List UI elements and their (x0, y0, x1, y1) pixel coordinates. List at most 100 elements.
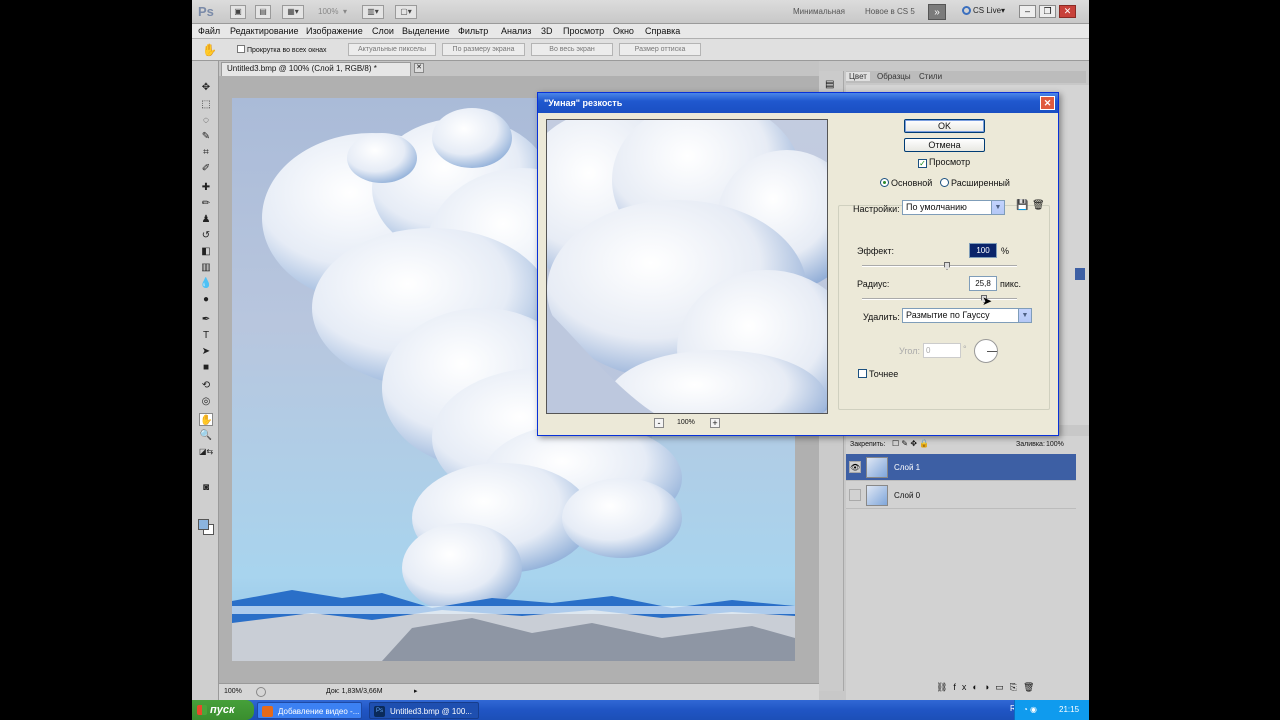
radius-input[interactable]: 25,8 (969, 276, 997, 291)
remove-select[interactable]: Размытие по Гауссу ▼ (902, 308, 1032, 323)
zoom-dropdown-icon[interactable]: ▾ (343, 7, 347, 16)
crop-tool-icon[interactable]: ⌗ (199, 146, 213, 159)
type-tool-icon[interactable]: T (199, 329, 213, 342)
taskbar-item-firefox[interactable]: Добавление видео -... (257, 702, 362, 719)
marquee-tool-icon[interactable]: ⬚ (199, 98, 213, 111)
print-size-button[interactable]: Размер оттиска (619, 43, 701, 56)
menu-select[interactable]: Выделение (402, 26, 450, 36)
scroll-all-checkbox-box[interactable] (237, 45, 245, 53)
visibility-eye-icon[interactable]: 👁 (849, 461, 861, 473)
menu-help[interactable]: Справка (645, 26, 680, 36)
lasso-tool-icon[interactable]: ◌ (199, 114, 213, 127)
more-workspaces-button[interactable]: » (928, 4, 946, 20)
ok-button[interactable]: OK (904, 119, 985, 133)
menu-view[interactable]: Просмотр (563, 26, 604, 36)
amount-slider[interactable] (862, 265, 1017, 267)
eraser-tool-icon[interactable]: ◧ (199, 245, 213, 258)
pen-tool-icon[interactable]: ✒ (199, 313, 213, 326)
radius-slider[interactable] (862, 298, 1017, 300)
radio-off-icon[interactable] (940, 178, 949, 187)
preview-checkbox[interactable]: ✓ Просмотр (918, 157, 970, 168)
close-button[interactable]: ✕ (1059, 5, 1076, 18)
gradient-tool-icon[interactable]: ▥ (199, 261, 213, 274)
quick-select-tool-icon[interactable]: ✎ (199, 130, 213, 143)
tray-icons[interactable]: ◔ ◉ (1023, 700, 1037, 720)
brush-tool-icon[interactable]: ✏ (199, 197, 213, 210)
visibility-eye-icon[interactable] (849, 489, 861, 501)
history-panel-icon[interactable]: ▤ (825, 79, 834, 90)
3d-rotate-tool-icon[interactable]: ⟲ (199, 379, 213, 392)
zoom-tool-icon[interactable]: 🔍 (199, 429, 213, 442)
angle-input[interactable]: 0 (923, 343, 961, 358)
mode-advanced-radio[interactable]: Расширенный (940, 178, 1010, 188)
hand-tool-preset-icon[interactable]: ✋▾ (202, 42, 218, 73)
quick-mask-icon[interactable]: ◙ (199, 481, 213, 494)
start-button[interactable]: пуск (192, 700, 254, 720)
fit-screen-button[interactable]: По размеру экрана (442, 43, 525, 56)
move-tool-icon[interactable]: ✥ (199, 81, 213, 94)
history-brush-tool-icon[interactable]: ↺ (199, 229, 213, 242)
dodge-tool-icon[interactable]: ● (199, 293, 213, 306)
document-tab[interactable]: Untitled3.bmp @ 100% (Слой 1, RGB/8) * ✕ (221, 62, 424, 76)
menu-3d[interactable]: 3D (541, 26, 553, 36)
more-accurate-check-icon[interactable] (858, 369, 867, 378)
zoom-level[interactable]: 100% (318, 7, 338, 16)
actual-pixels-button[interactable]: Актуальные пикселы (348, 43, 436, 56)
radio-on-icon[interactable] (880, 178, 889, 187)
angle-dial-icon[interactable] (974, 339, 998, 363)
amount-input[interactable]: 100 (969, 243, 997, 258)
close-document-icon[interactable]: ✕ (414, 63, 424, 73)
tab-styles[interactable]: Стили (916, 72, 945, 81)
menu-image[interactable]: Изображение (306, 26, 363, 36)
default-colors-icon[interactable]: ◪⇆ (199, 445, 213, 458)
layers-footer-icons[interactable]: ⛓fx◐◑▭⎘🗑 (936, 682, 1040, 693)
more-accurate-checkbox[interactable]: Точнее (858, 369, 898, 379)
dialog-close-icon[interactable]: ✕ (1040, 96, 1055, 110)
3d-orbit-tool-icon[interactable]: ◎ (199, 395, 213, 408)
menu-layers[interactable]: Слои (372, 26, 394, 36)
chevron-down-icon[interactable]: ▼ (1018, 309, 1031, 322)
status-menu-arrow-icon[interactable]: ▸ (414, 687, 418, 695)
zoom-out-button[interactable]: - (654, 418, 664, 428)
shape-tool-icon[interactable]: ■ (199, 361, 213, 374)
taskbar-item-photoshop[interactable]: Ps Untitled3.bmp @ 100... (369, 702, 479, 719)
delete-preset-icon[interactable]: 🗑 (1032, 200, 1045, 211)
tab-color[interactable]: Цвет (846, 72, 870, 81)
blur-tool-icon[interactable]: 💧 (199, 277, 213, 290)
mode-basic-radio[interactable]: Основной (880, 178, 932, 188)
layer-row[interactable]: Слой 0 (846, 482, 1076, 509)
eyedropper-tool-icon[interactable]: ✐ (199, 162, 213, 175)
fill-value[interactable]: 100% (1046, 441, 1064, 448)
menu-window[interactable]: Окно (613, 26, 634, 36)
clone-stamp-tool-icon[interactable]: ♟ (199, 213, 213, 226)
bridge-icon[interactable]: ▣ (230, 5, 246, 19)
chevron-down-icon[interactable]: ▼ (991, 201, 1004, 214)
menu-filter[interactable]: Фильтр (458, 26, 488, 36)
workspace-minimal[interactable]: Минимальная (793, 7, 845, 16)
cancel-button[interactable]: Отмена (904, 138, 985, 152)
lock-icons[interactable]: ☐ ✎ ✥ 🔒 (892, 439, 929, 448)
status-zoom[interactable]: 100% (224, 688, 242, 695)
view-extras-icon[interactable]: ▦▾ (282, 5, 304, 19)
screen-mode-icon[interactable]: ▢▾ (395, 5, 417, 19)
cs-live-button[interactable]: CS Live▾ (962, 6, 1005, 15)
preview-image[interactable] (546, 119, 828, 414)
restore-button[interactable]: ❐ (1039, 5, 1056, 18)
layer-row[interactable]: 👁 Слой 1 (846, 454, 1076, 481)
settings-select[interactable]: По умолчанию ▼ (902, 200, 1005, 215)
foreground-color-swatch[interactable] (198, 519, 209, 530)
scroll-all-windows-checkbox[interactable]: Прокрутка во всех окнах (237, 45, 326, 54)
tab-swatches[interactable]: Образцы (874, 72, 914, 81)
panel-scroll-highlight[interactable] (1075, 268, 1085, 280)
save-preset-icon[interactable]: 💾 (1016, 200, 1028, 211)
healing-brush-tool-icon[interactable]: ✚ (199, 181, 213, 194)
preview-check-icon[interactable]: ✓ (918, 159, 927, 168)
menu-edit[interactable]: Редактирование (230, 26, 299, 36)
workspace-new-cs5[interactable]: Новое в CS 5 (865, 7, 915, 16)
zoom-in-button[interactable]: + (710, 418, 720, 428)
path-select-tool-icon[interactable]: ➤ (199, 345, 213, 358)
fill-screen-button[interactable]: Во весь экран (531, 43, 613, 56)
minimize-button[interactable]: – (1019, 5, 1036, 18)
hand-tool-icon[interactable]: ✋ (199, 413, 213, 426)
arrange-documents-icon[interactable]: ▥▾ (362, 5, 384, 19)
